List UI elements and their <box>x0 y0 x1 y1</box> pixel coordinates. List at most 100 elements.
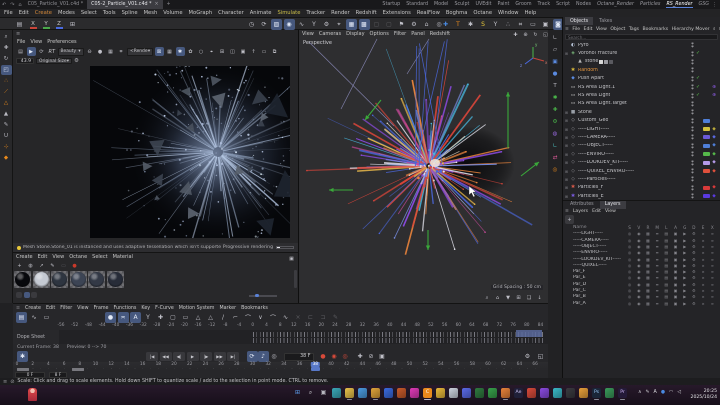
object-row[interactable]: ⊞ ◇ -----CAMERA----- ◆ <box>563 133 720 141</box>
layer-toggle-icon[interactable]: ◎ <box>625 269 634 274</box>
pla-toggle-icon[interactable]: ▣ <box>377 351 388 362</box>
goto-start-button[interactable]: |◀ <box>146 352 158 361</box>
step-icon[interactable]: ⌐ <box>230 312 241 323</box>
panel-menu-icon[interactable]: ≡ <box>565 209 569 214</box>
layer-toggle-icon[interactable]: ▶ <box>680 282 689 287</box>
cloth-icon[interactable]: ▨ <box>271 19 282 30</box>
spline-icon[interactable]: ⌒ <box>243 312 254 323</box>
layer-toggle-icon[interactable]: ≡ <box>653 244 662 249</box>
layer-toggle-icon[interactable]: ▶ <box>680 244 689 249</box>
layer-toggle-icon[interactable]: ▶ <box>680 275 689 280</box>
layer-toggle-icon[interactable]: ◉ <box>634 257 643 262</box>
enabled-check-icon[interactable]: ✓ <box>694 85 702 90</box>
layer-menu-edit[interactable]: Edit <box>592 209 601 214</box>
visibility-dots[interactable] <box>691 109 694 116</box>
play-icon[interactable]: ▶ <box>26 47 36 56</box>
layer-toggle-icon[interactable]: ▦ <box>643 263 652 268</box>
app-purple-icon[interactable] <box>538 386 551 404</box>
menu-modes[interactable]: Modes <box>58 10 75 16</box>
cache-solver-button[interactable]: ✱ <box>17 351 28 362</box>
expand-icon[interactable]: ⊞ <box>218 47 227 56</box>
loop-app-icon[interactable] <box>395 386 408 404</box>
layer-row[interactable]: Par_B ◎ ◉ ▦ ≡ ▤ ▣ ▶ ⚙ × ∞ <box>565 294 720 300</box>
workspace-tab[interactable]: Model <box>434 2 448 7</box>
visibility-dots[interactable] <box>691 151 694 158</box>
camera-label[interactable]: Perspective <box>303 40 332 46</box>
refresh-icon[interactable]: ⟳ <box>37 47 46 56</box>
visibility-dots[interactable] <box>691 58 694 65</box>
tab-takes[interactable]: Takes <box>594 17 617 25</box>
object-row[interactable]: ⊞ ◇ -----ENVIRO----- ◆ <box>563 150 720 158</box>
layer-color-chip[interactable] <box>703 177 710 181</box>
taskview-button[interactable]: ▣ <box>317 386 330 404</box>
tl-menu-motion-system[interactable]: Motion System <box>179 306 215 311</box>
photos-app-icon[interactable] <box>330 386 343 404</box>
pv-zoom-field[interactable]: 43.9 <box>16 58 34 64</box>
cube-icon[interactable]: ▣ <box>550 57 561 67</box>
menu-create[interactable]: Create <box>35 10 52 16</box>
enabled-check-icon[interactable]: ✓ <box>694 51 702 56</box>
layer-toggle-icon[interactable]: ▣ <box>671 301 680 306</box>
layer-toggle-icon[interactable]: ▣ <box>671 231 680 236</box>
workspace-tab[interactable]: RS_Render <box>666 2 693 8</box>
visibility-dots[interactable] <box>691 126 694 133</box>
pen-tray-icon[interactable]: ✎ <box>646 390 650 395</box>
layer-toggle-icon[interactable]: ◉ <box>634 288 643 293</box>
layer-toggle-icon[interactable]: ≡ <box>653 269 662 274</box>
pr-icon[interactable]: Pr <box>616 386 629 404</box>
rt-label[interactable]: RT <box>49 49 56 55</box>
grid-icon[interactable]: ▦ <box>106 47 115 56</box>
edges-mode-icon[interactable]: ⟋ <box>1 87 12 97</box>
pv-menu-file[interactable]: File <box>17 39 25 45</box>
layer-toggle-icon[interactable]: ▦ <box>643 244 652 249</box>
menu-file[interactable]: File <box>4 10 13 16</box>
layer-toggle-icon[interactable]: ⚙ <box>689 288 698 293</box>
layer-toggle-icon[interactable]: × <box>699 257 708 262</box>
layer-toggle-icon[interactable]: ⚙ <box>689 238 698 243</box>
smart-material-icon[interactable]: S <box>478 19 489 30</box>
scatter-icon[interactable]: ∴ <box>503 19 514 30</box>
layer-toggle-icon[interactable]: ▣ <box>671 250 680 255</box>
layer-toggle-icon[interactable]: ∞ <box>708 257 717 262</box>
obj-menu-tags[interactable]: Tags <box>629 27 639 32</box>
layer-color-chip[interactable] <box>703 60 710 64</box>
visibility-dots[interactable] <box>691 184 694 191</box>
workspace-tab[interactable]: Sculpt <box>454 2 469 7</box>
range-field[interactable]: 0 F <box>15 372 45 378</box>
snap-icon[interactable]: ◆ <box>1 153 12 163</box>
menu-window[interactable]: Window <box>498 10 518 16</box>
object-row[interactable]: ▭ RS Area Light.1 ✓ ⊕ <box>563 83 720 91</box>
layer-toggle-icon[interactable]: × <box>699 294 708 299</box>
visibility-dots[interactable] <box>691 168 694 175</box>
mat-menu-create[interactable]: Create <box>16 254 33 260</box>
layer-toggle-icon[interactable]: ▤ <box>662 263 671 268</box>
move-key-icon[interactable]: ✚ <box>155 312 166 323</box>
layer-toggle-icon[interactable]: ∞ <box>708 231 717 236</box>
layer-toggle-icon[interactable]: ⚙ <box>689 294 698 299</box>
workspace-tab[interactable]: GSG <box>699 2 709 7</box>
target-icon[interactable]: ⌖ <box>207 47 216 56</box>
tab-objects[interactable]: Objects <box>565 17 594 25</box>
object-row[interactable]: ⊞ ◇ -----Particles----- <box>563 175 720 183</box>
menu-boghma[interactable]: Boghma <box>446 10 468 16</box>
undo-icon[interactable]: ↶ <box>2 2 6 8</box>
mat-menu-material[interactable]: Material <box>113 254 133 260</box>
layer-toggle-icon[interactable]: ▤ <box>662 294 671 299</box>
menu-mesh[interactable]: Mesh <box>144 10 158 16</box>
layer-toggle-icon[interactable]: ⚙ <box>689 263 698 268</box>
tl-menu-marker[interactable]: Marker <box>219 306 236 311</box>
linear-icon[interactable]: / <box>218 312 229 323</box>
menu-realflow[interactable]: RealFlow <box>417 10 440 16</box>
close-tab-icon[interactable]: × <box>154 2 158 7</box>
plus-icon[interactable]: ✚ <box>550 105 561 115</box>
layer-toggle-icon[interactable]: ▶ <box>680 263 689 268</box>
layer-color-chip[interactable] <box>703 77 710 81</box>
selected-keys-block[interactable] <box>516 330 542 337</box>
obj-menu-file[interactable]: File <box>572 27 580 32</box>
play-button[interactable]: ▶ <box>186 352 199 361</box>
x-axis-button[interactable]: X <box>28 21 38 29</box>
ripple-icon[interactable]: △ <box>193 312 204 323</box>
layer-row[interactable]: -----LOOKDEV_KIT----- ◎ ◉ ▦ ≡ ▤ ▣ ▶ ⚙ × ∞ <box>565 256 720 262</box>
add-material-icon[interactable]: + <box>15 261 24 270</box>
vp-search-icon[interactable]: ⌕ <box>483 293 492 302</box>
